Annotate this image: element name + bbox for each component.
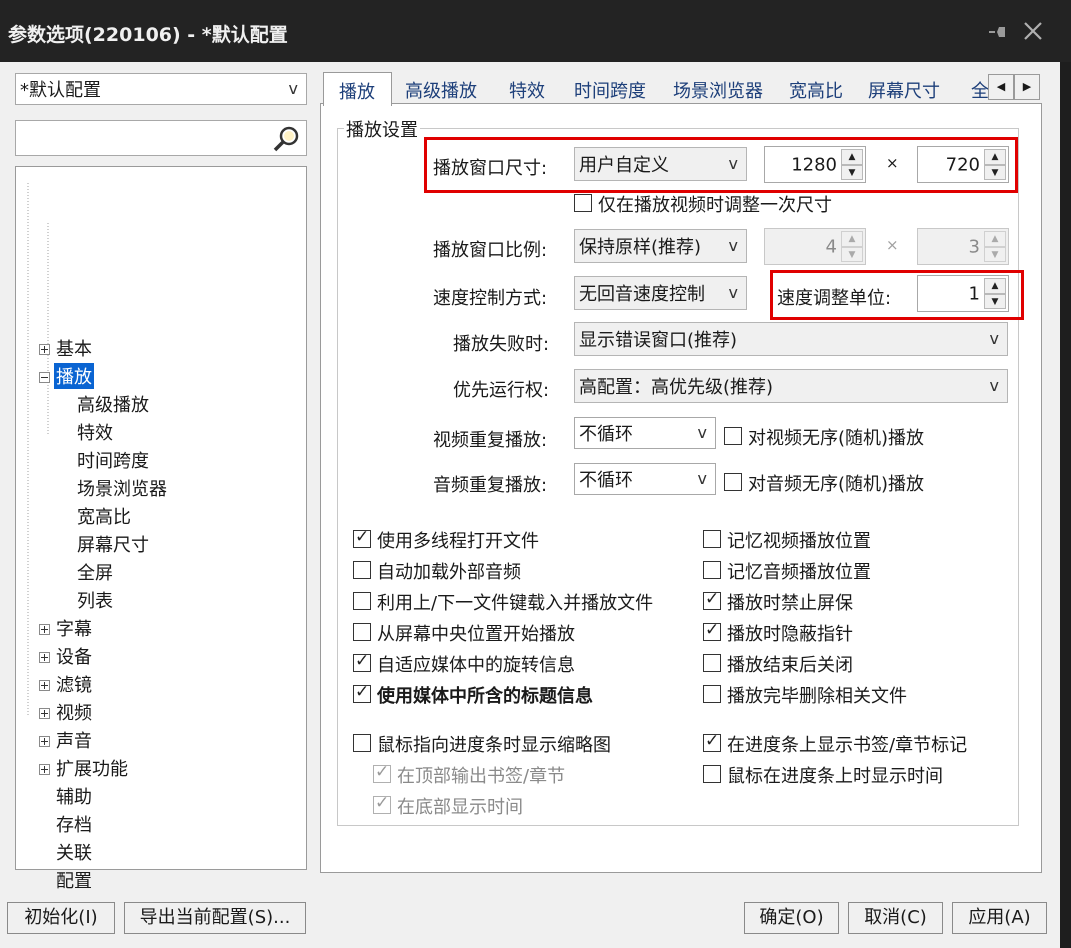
audio-repeat-select[interactable]: 不循环 v bbox=[574, 463, 716, 495]
tree-item[interactable]: 关联 bbox=[56, 839, 92, 865]
search-icon[interactable] bbox=[271, 124, 301, 154]
times-sign: × bbox=[886, 236, 899, 254]
spin-up-icon[interactable]: ▲ bbox=[841, 231, 863, 247]
tree-item[interactable]: 存档 bbox=[56, 811, 92, 837]
tree-item[interactable]: 配置 bbox=[56, 867, 92, 893]
expand-icon[interactable] bbox=[39, 736, 50, 747]
tree-item[interactable]: 声音 bbox=[56, 727, 92, 753]
chevron-down-icon: v bbox=[989, 329, 999, 349]
priority-label: 优先运行权: bbox=[453, 380, 550, 401]
tree-item[interactable]: 时间跨度 bbox=[77, 447, 149, 473]
separator bbox=[342, 508, 1014, 509]
tree-item[interactable]: 视频 bbox=[56, 699, 92, 725]
title-bar[interactable]: 参数选项(220106) - *默认配置 bbox=[0, 0, 1071, 62]
fail-label: 播放失败时: bbox=[453, 334, 550, 355]
tree-item[interactable]: 宽高比 bbox=[77, 503, 131, 529]
chevron-down-icon: v bbox=[728, 283, 738, 303]
tree-item[interactable]: 扩展功能 bbox=[56, 755, 128, 781]
video-repeat-label: 视频重复播放: bbox=[433, 430, 548, 451]
pin-icon[interactable] bbox=[988, 22, 1008, 42]
speed-mode-select[interactable]: 无回音速度控制 v bbox=[574, 276, 747, 310]
expand-icon[interactable] bbox=[39, 344, 50, 355]
search-input[interactable] bbox=[15, 120, 307, 156]
apply-button[interactable]: 应用(A) bbox=[952, 902, 1047, 934]
tree-item[interactable]: 基本 bbox=[56, 335, 92, 361]
tab-scroll-right-icon[interactable]: ▶ bbox=[1014, 74, 1040, 100]
preferences-window: 参数选项(220106) - *默认配置 *默认配置 v 基本 播放 高级播放 特效时… bbox=[0, 0, 1071, 948]
spin-down-icon[interactable]: ▼ bbox=[841, 246, 863, 262]
fail-action-select[interactable]: 显示错误窗口(推荐) v bbox=[574, 322, 1008, 356]
spin-up-icon[interactable]: ▲ bbox=[984, 231, 1006, 247]
expand-icon[interactable] bbox=[39, 764, 50, 775]
ratio-mode-select[interactable]: 保持原样(推荐) v bbox=[574, 229, 747, 263]
chevron-down-icon: v bbox=[989, 376, 999, 396]
priority-select[interactable]: 高配置：高优先级(推荐) v bbox=[574, 369, 1008, 403]
expand-icon[interactable] bbox=[39, 680, 50, 691]
collapse-icon[interactable] bbox=[39, 372, 50, 383]
tab-scroll-left-icon[interactable]: ◀ bbox=[988, 74, 1014, 100]
speed-label: 速度控制方式: bbox=[433, 288, 548, 309]
tree-item[interactable]: 场景浏览器 bbox=[77, 475, 167, 501]
tree-item[interactable]: 字幕 bbox=[56, 615, 92, 641]
cancel-button[interactable]: 取消(C) bbox=[848, 902, 943, 934]
ratio-b-stepper[interactable]: 3 ▲ ▼ bbox=[917, 228, 1009, 265]
tab-playback[interactable]: 播放 bbox=[323, 72, 392, 106]
export-config-button[interactable]: 导出当前配置(S)... bbox=[124, 902, 306, 934]
window-title: 参数选项(220106) - *默认配置 bbox=[8, 24, 288, 46]
highlight-window-size bbox=[424, 137, 1018, 193]
tree-item[interactable]: 播放 bbox=[54, 363, 94, 389]
tree-item[interactable]: 特效 bbox=[77, 419, 113, 445]
spin-down-icon[interactable]: ▼ bbox=[984, 246, 1006, 262]
audio-repeat-label: 音频重复播放: bbox=[433, 475, 548, 496]
expand-icon[interactable] bbox=[39, 652, 50, 663]
highlight-speed-unit bbox=[770, 270, 1024, 320]
tree-item[interactable]: 高级播放 bbox=[77, 391, 149, 417]
tree-item[interactable]: 列表 bbox=[77, 587, 113, 613]
ratio-a-stepper[interactable]: 4 ▲ ▼ bbox=[764, 228, 866, 265]
chevron-down-icon: v bbox=[697, 423, 707, 443]
separator bbox=[342, 715, 1014, 716]
expand-icon[interactable] bbox=[39, 708, 50, 719]
tree-item[interactable]: 辅助 bbox=[56, 783, 92, 809]
init-button[interactable]: 初始化(I) bbox=[7, 902, 115, 934]
chevron-down-icon: v bbox=[728, 236, 738, 256]
close-icon[interactable] bbox=[1022, 20, 1044, 42]
ok-button[interactable]: 确定(O) bbox=[744, 902, 839, 934]
tree-item[interactable]: 全屏 bbox=[77, 559, 113, 585]
window-edge bbox=[1060, 62, 1071, 948]
video-repeat-select[interactable]: 不循环 v bbox=[574, 417, 716, 449]
tree-item[interactable]: 屏幕尺寸 bbox=[77, 531, 149, 557]
tree-item[interactable]: 设备 bbox=[56, 643, 92, 669]
profile-select-value: *默认配置 bbox=[20, 80, 101, 101]
group-title: 播放设置 bbox=[344, 116, 420, 142]
expand-icon[interactable] bbox=[39, 624, 50, 635]
profile-select[interactable]: *默认配置 v bbox=[15, 73, 307, 105]
tree-item[interactable]: 滤镜 bbox=[56, 671, 92, 697]
ratio-label: 播放窗口比例: bbox=[433, 240, 548, 261]
chevron-down-icon: v bbox=[288, 79, 298, 99]
category-tree[interactable]: 基本 播放 高级播放 特效 时间跨度 场景浏览器 宽高比 屏幕尺寸 全屏 列表 字幕 设备 滤镜 视频 声音… bbox=[15, 166, 307, 892]
chevron-down-icon: v bbox=[697, 469, 707, 489]
